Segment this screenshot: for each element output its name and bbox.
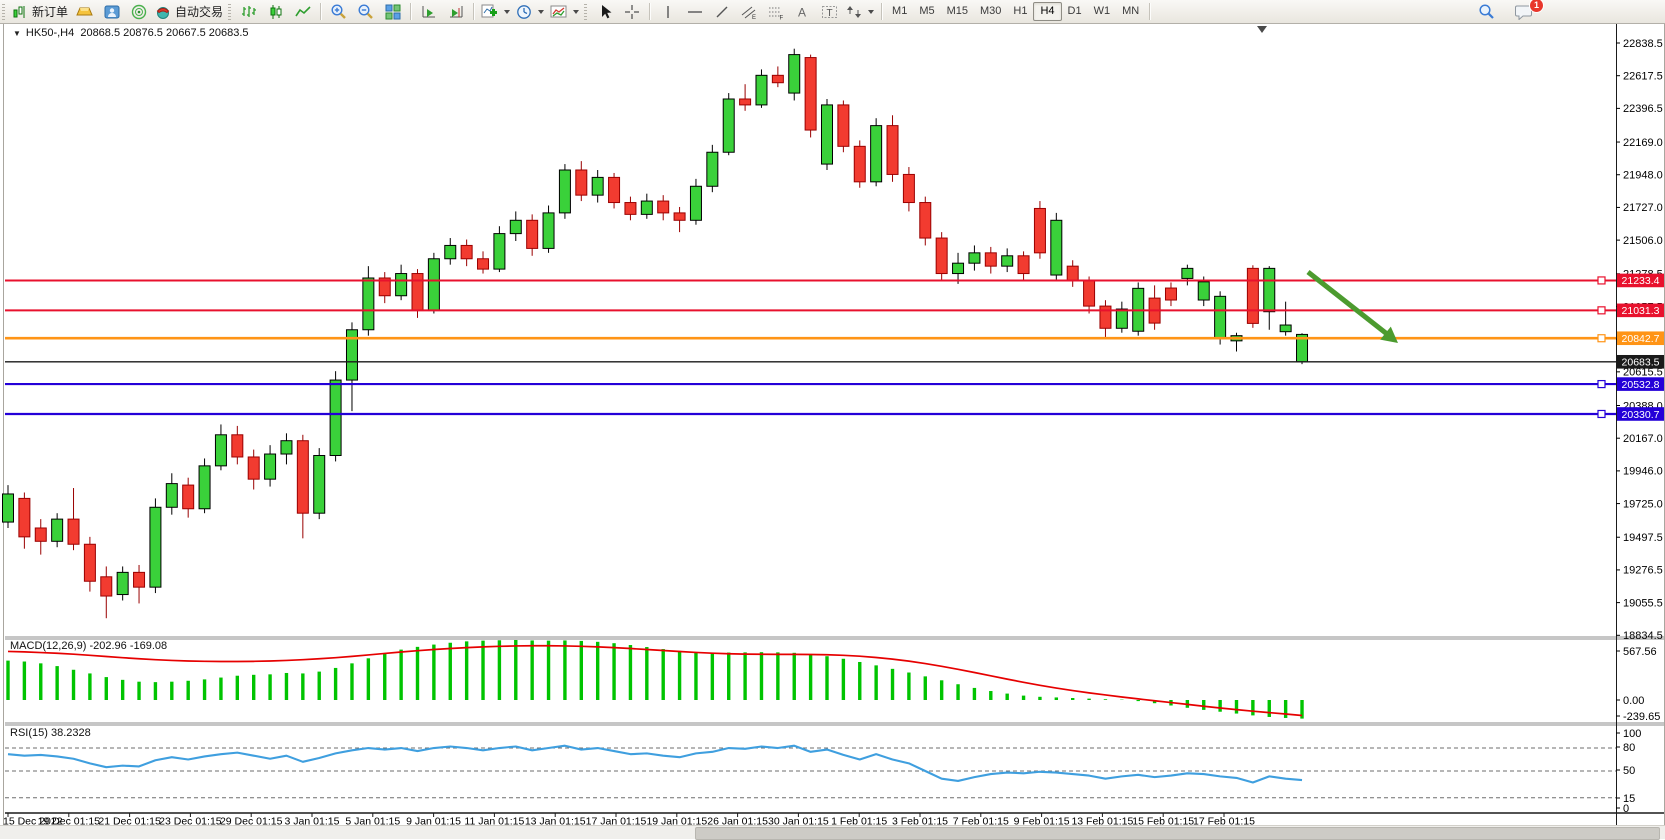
notifications-button[interactable]: 1 bbox=[1510, 2, 1537, 22]
horizontal-line-tool-button[interactable] bbox=[681, 2, 708, 22]
new-order-label: 新订单 bbox=[32, 3, 68, 20]
timeframe-m5-button[interactable]: M5 bbox=[913, 3, 940, 20]
gold-ingot-icon bbox=[76, 4, 93, 19]
toolbar-grip bbox=[228, 4, 231, 20]
cursor-tool-button[interactable] bbox=[591, 2, 618, 22]
candlestick-mode-button[interactable] bbox=[262, 2, 289, 22]
text-a-icon: A bbox=[795, 4, 810, 20]
tile-windows-icon bbox=[385, 4, 401, 20]
main-price-panel[interactable] bbox=[5, 24, 1616, 637]
toolbar-grip bbox=[2, 4, 5, 20]
timeframe-h1-button[interactable]: H1 bbox=[1007, 3, 1033, 20]
toolbar-separator bbox=[649, 3, 650, 20]
timeframe-d1-button[interactable]: D1 bbox=[1062, 3, 1088, 20]
notification-badge: 1 bbox=[1529, 0, 1544, 13]
radar-broadcast-icon bbox=[131, 4, 147, 20]
dropdown-caret-icon bbox=[504, 10, 510, 14]
chart-template-button[interactable] bbox=[547, 2, 582, 22]
dropdown-caret-icon bbox=[538, 10, 544, 14]
horizontal-scrollbar-thumb[interactable] bbox=[695, 827, 1660, 840]
timeframe-m1-button[interactable]: M1 bbox=[886, 3, 913, 20]
text-label-icon: T bbox=[821, 4, 838, 20]
new-order-chart-icon bbox=[12, 4, 28, 20]
horizontal-line-icon bbox=[686, 4, 704, 20]
fibonacci-icon: F bbox=[767, 4, 785, 20]
toolbar-separator bbox=[473, 3, 474, 20]
search-icon bbox=[1478, 3, 1495, 20]
line-chart-mode-button[interactable] bbox=[289, 2, 316, 22]
toolbar-separator bbox=[410, 3, 411, 20]
trendline-tool-button[interactable] bbox=[708, 2, 735, 22]
ohlc-bars-icon bbox=[241, 4, 257, 20]
chart-shift-icon bbox=[448, 4, 464, 20]
new-order-button[interactable]: 新订单 bbox=[9, 2, 71, 22]
periodicity-button[interactable] bbox=[513, 2, 547, 22]
zoom-in-icon bbox=[330, 3, 347, 20]
fibonacci-tool-button[interactable]: F bbox=[762, 2, 789, 22]
timeframe-mn-button[interactable]: MN bbox=[1116, 3, 1145, 20]
rsi-panel[interactable] bbox=[5, 725, 1616, 813]
timeframe-h4-button[interactable]: H4 bbox=[1033, 2, 1061, 21]
dropdown-caret-icon bbox=[573, 10, 579, 14]
community-button[interactable] bbox=[98, 2, 125, 22]
autotrade-label: 自动交易 bbox=[175, 3, 223, 20]
dropdown-caret-icon bbox=[868, 10, 874, 14]
channel-icon: E bbox=[740, 4, 758, 20]
timeframe-m15-button[interactable]: M15 bbox=[941, 3, 974, 20]
add-indicator-button[interactable] bbox=[478, 2, 513, 22]
toolbar-separator bbox=[320, 3, 321, 20]
auto-scroll-button[interactable] bbox=[415, 2, 442, 22]
autotrade-icon bbox=[155, 4, 171, 20]
zoom-out-button[interactable] bbox=[352, 2, 379, 22]
zoom-out-icon bbox=[357, 3, 374, 20]
macd-panel[interactable] bbox=[5, 639, 1616, 723]
arrows-shapes-icon bbox=[846, 4, 862, 20]
template-icon bbox=[550, 4, 567, 20]
toolbar-separator bbox=[881, 3, 882, 20]
tile-windows-button[interactable] bbox=[379, 2, 406, 22]
price-axis[interactable] bbox=[1617, 24, 1665, 813]
crosshair-tool-button[interactable] bbox=[618, 2, 645, 22]
signals-button[interactable] bbox=[125, 2, 152, 22]
candlestick-icon bbox=[268, 4, 284, 20]
horizontal-scrollbar[interactable] bbox=[0, 825, 1665, 839]
svg-text:E: E bbox=[752, 15, 756, 20]
market-depth-button[interactable] bbox=[71, 2, 98, 22]
toolbar-separator bbox=[1149, 3, 1150, 20]
bar-chart-mode-button[interactable] bbox=[235, 2, 262, 22]
vertical-line-tool-button[interactable] bbox=[654, 2, 681, 22]
line-chart-icon bbox=[295, 4, 311, 20]
main-toolbar: 新订单 自动交易 bbox=[0, 0, 1665, 24]
cursor-arrow-icon bbox=[597, 4, 613, 20]
community-person-icon bbox=[104, 4, 120, 20]
auto-scroll-icon bbox=[421, 4, 437, 20]
svg-text:F: F bbox=[779, 15, 783, 20]
timeframe-m30-button[interactable]: M30 bbox=[974, 3, 1007, 20]
search-button[interactable] bbox=[1473, 2, 1500, 22]
clock-icon bbox=[516, 4, 532, 20]
vertical-line-icon bbox=[661, 4, 675, 20]
timeframe-w1-button[interactable]: W1 bbox=[1088, 3, 1117, 20]
autotrade-button[interactable]: 自动交易 bbox=[152, 2, 226, 22]
text-tool-button[interactable]: A bbox=[789, 2, 816, 22]
add-indicator-icon bbox=[481, 4, 498, 20]
svg-text:T: T bbox=[827, 8, 833, 19]
trendline-icon bbox=[714, 4, 730, 20]
chart-shift-button[interactable] bbox=[442, 2, 469, 22]
arrows-tool-button[interactable] bbox=[843, 2, 877, 22]
svg-text:A: A bbox=[798, 5, 806, 19]
toolbar-grip bbox=[584, 4, 587, 20]
crosshair-icon bbox=[624, 4, 640, 20]
equidistant-channel-tool-button[interactable]: E bbox=[735, 2, 762, 22]
zoom-in-button[interactable] bbox=[325, 2, 352, 22]
text-label-tool-button[interactable]: T bbox=[816, 2, 843, 22]
